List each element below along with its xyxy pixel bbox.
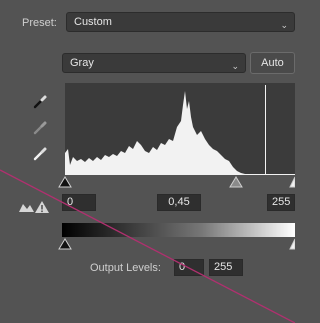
histogram-graph [65,85,295,175]
input-white-field[interactable]: 255 [267,194,295,211]
preset-label: Preset: [22,17,57,29]
channel-dropdown[interactable]: Gray ⌄ [62,53,246,73]
chevron-down-icon: ⌄ [231,61,239,71]
eyedropper-white-icon[interactable] [33,145,49,161]
input-levels-slider[interactable] [58,176,295,188]
chevron-down-icon: ⌄ [280,20,288,30]
output-white-field[interactable]: 255 [209,259,243,276]
clipping-warning-icon[interactable] [18,200,52,214]
output-black-field[interactable]: 0 [174,259,204,276]
black-point-handle [58,176,72,188]
gamma-handle [229,176,243,188]
output-white-handle [289,238,295,250]
white-point-handle [289,176,295,188]
channel-value: Gray [70,57,94,69]
output-levels-label: Output Levels: [90,262,161,274]
preset-value: Custom [74,16,112,28]
preset-dropdown[interactable]: Custom ⌄ [66,12,295,32]
output-levels-slider[interactable] [58,238,295,250]
auto-button[interactable]: Auto [250,52,295,74]
output-black-handle [58,238,72,250]
eyedropper-black-icon[interactable] [33,93,49,109]
input-black-field[interactable]: 0 [62,194,96,211]
input-gamma-field[interactable]: 0,45 [157,194,201,211]
histogram [65,83,295,175]
output-gradient [62,223,295,237]
eyedropper-gray-icon[interactable] [33,119,49,135]
